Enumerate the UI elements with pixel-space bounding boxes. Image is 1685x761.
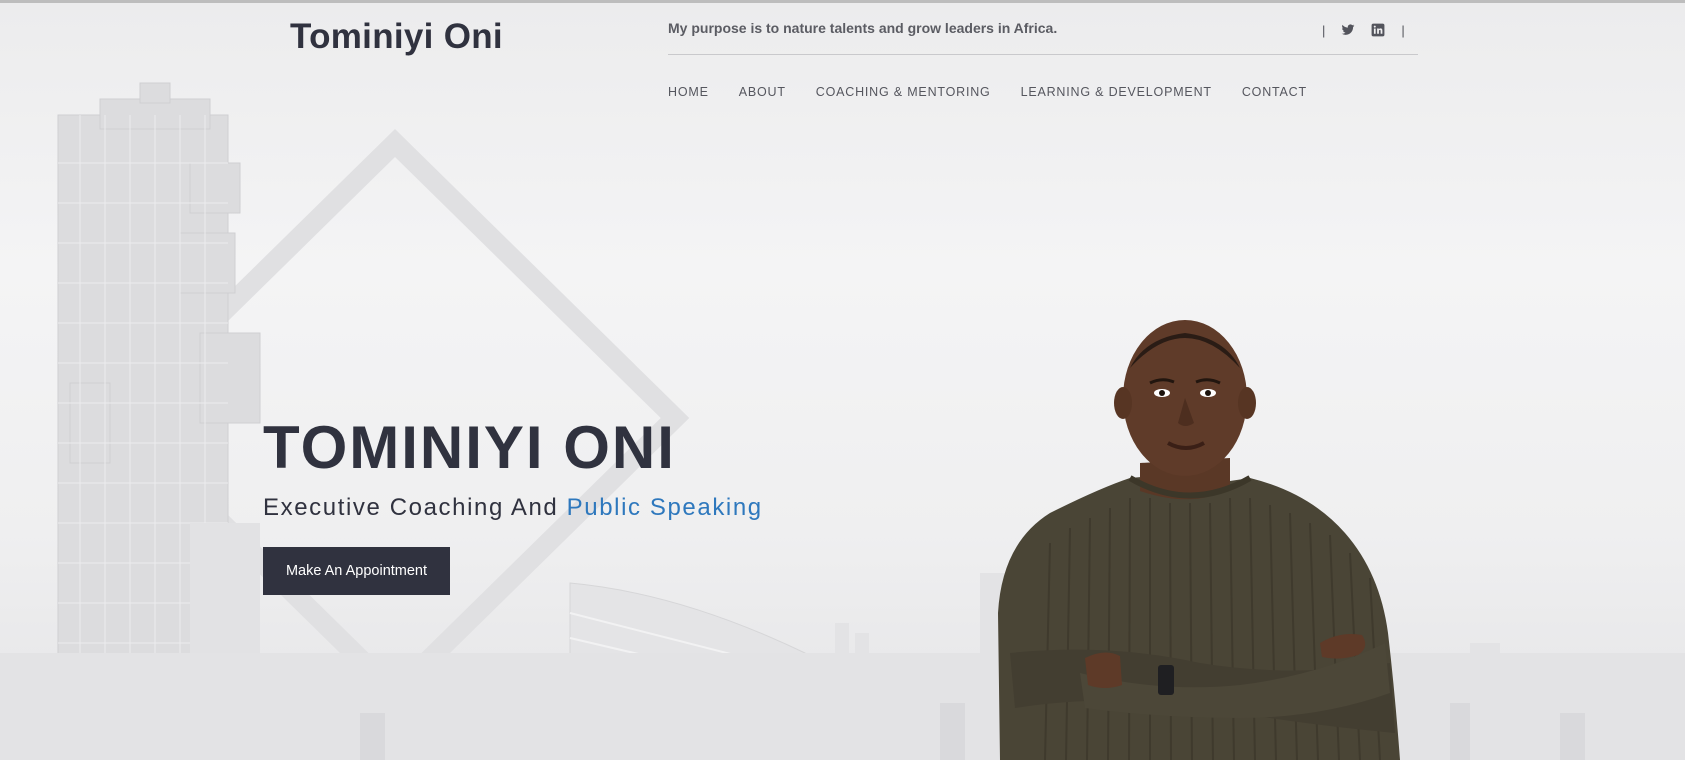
social-separator: | xyxy=(1401,22,1405,38)
nav-item-coaching-mentoring: COACHING & MENTORING xyxy=(816,83,991,101)
nav-link-learning-development[interactable]: LEARNING & DEVELOPMENT xyxy=(1021,85,1212,99)
hero-section: Tominiyi Oni My purpose is to nature tal… xyxy=(0,3,1685,760)
hero-subtitle-accent: Public Speaking xyxy=(566,494,763,521)
nav-link-about[interactable]: ABOUT xyxy=(739,85,786,99)
page: Tominiyi Oni My purpose is to nature tal… xyxy=(0,0,1685,761)
nav-link-home[interactable]: HOME xyxy=(668,85,709,99)
nav-item-about: ABOUT xyxy=(739,83,786,101)
header-divider xyxy=(668,54,1418,55)
main-nav: HOME ABOUT COACHING & MENTORING LEARNING… xyxy=(668,83,1307,101)
site-title[interactable]: Tominiyi Oni xyxy=(290,17,503,57)
twitter-icon[interactable] xyxy=(1341,23,1355,37)
city-skyline-background xyxy=(0,82,1685,760)
nav-link-contact[interactable]: CONTACT xyxy=(1242,85,1307,99)
hero-subtitle: Executive Coaching And Public Speaking xyxy=(263,493,763,523)
hero-subtitle-text: Executive Coaching And xyxy=(263,494,567,521)
linkedin-icon[interactable] xyxy=(1371,23,1385,37)
social-separator: | xyxy=(1322,22,1326,38)
portrait-photo xyxy=(998,320,1400,760)
social-links: | | xyxy=(1322,20,1405,40)
header-tagline: My purpose is to nature talents and grow… xyxy=(668,20,1058,36)
nav-item-home: HOME xyxy=(668,83,709,101)
nav-item-learning-development: LEARNING & DEVELOPMENT xyxy=(1021,83,1212,101)
make-appointment-button[interactable]: Make An Appointment xyxy=(263,547,450,595)
nav-item-contact: CONTACT xyxy=(1242,83,1307,101)
hero-title: TOMINIYI ONI xyxy=(263,414,676,481)
nav-link-coaching-mentoring[interactable]: COACHING & MENTORING xyxy=(816,85,991,99)
